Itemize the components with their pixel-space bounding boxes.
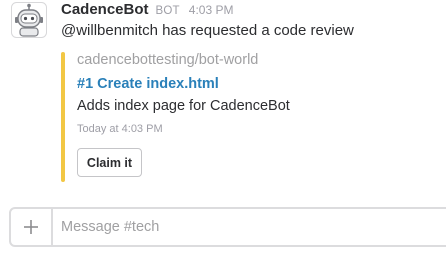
sender-name[interactable]: CadenceBot (61, 1, 149, 18)
chat-pane: CadenceBot BOT 4:03 PM @willbenmitch has… (0, 0, 446, 256)
attachment-repo-name: cadencebottesting/bot-world (77, 52, 259, 68)
message-input[interactable] (61, 211, 441, 243)
attachment-timestamp: Today at 4:03 PM (77, 123, 163, 135)
robot-avatar-icon[interactable] (11, 2, 47, 38)
attachment-description: Adds index page for CadenceBot (77, 98, 290, 114)
message-composer (9, 207, 446, 247)
attachment-title-link[interactable]: #1 Create index.html (77, 76, 219, 92)
message-header: CadenceBot BOT 4:03 PM (61, 1, 233, 18)
claim-it-button[interactable]: Claim it (77, 148, 142, 177)
message-text: @willbenmitch has requested a code revie… (61, 22, 354, 39)
plus-icon[interactable] (11, 209, 53, 245)
attachment-accent-bar (61, 52, 65, 182)
message-timestamp[interactable]: 4:03 PM (189, 3, 234, 17)
bot-badge: BOT (155, 5, 180, 17)
